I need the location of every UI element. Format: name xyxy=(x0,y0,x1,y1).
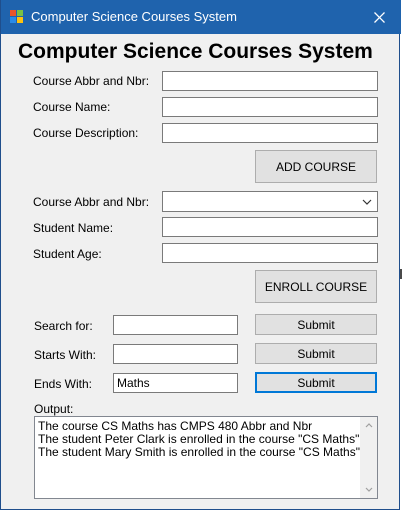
student-name-label: Student Name: xyxy=(33,221,114,235)
course-name-input[interactable] xyxy=(162,97,378,117)
output-label: Output: xyxy=(34,402,74,416)
ends-with-input[interactable]: Maths xyxy=(113,373,238,393)
output-scrollbar[interactable] xyxy=(360,417,377,498)
ends-with-submit-button[interactable]: Submit xyxy=(255,372,377,393)
search-for-submit-label: Submit xyxy=(297,317,335,332)
starts-with-label: Starts With: xyxy=(34,348,97,362)
student-age-input[interactable] xyxy=(162,243,378,263)
course-name-label: Course Name: xyxy=(33,100,111,114)
add-course-button-label: ADD COURSE xyxy=(275,159,356,174)
scroll-up-arrow[interactable] xyxy=(360,417,377,434)
ends-with-label: Ends With: xyxy=(34,377,93,391)
search-for-submit-button[interactable]: Submit xyxy=(255,314,377,335)
scroll-down-arrow[interactable] xyxy=(360,481,377,498)
chevron-down-icon xyxy=(365,487,372,492)
output-line: The student Mary Smith is enrolled in th… xyxy=(38,445,360,459)
starts-with-submit-button[interactable]: Submit xyxy=(255,343,377,364)
window-title: Computer Science Courses System xyxy=(31,9,237,24)
search-for-label: Search for: xyxy=(34,319,93,333)
enroll-course-button[interactable]: ENROLL COURSE xyxy=(255,270,377,303)
student-age-label: Student Age: xyxy=(33,247,102,261)
course-description-label: Course Description: xyxy=(33,126,139,140)
add-course-button[interactable]: ADD COURSE xyxy=(255,150,377,183)
course-abbr-label: Course Abbr and Nbr: xyxy=(33,74,150,88)
course-description-input[interactable] xyxy=(162,123,378,143)
output-listbox[interactable]: The course CS Maths has CMPS 480 Abbr an… xyxy=(34,416,378,499)
enroll-course-button-label: ENROLL COURSE xyxy=(264,279,368,294)
starts-with-submit-label: Submit xyxy=(297,346,335,361)
app-window: Computer Science Courses System Computer… xyxy=(0,0,401,510)
course-abbr-input[interactable] xyxy=(162,71,378,91)
close-icon xyxy=(373,11,385,23)
search-for-input[interactable] xyxy=(113,315,238,335)
close-button[interactable] xyxy=(357,0,401,34)
app-icon xyxy=(10,10,23,23)
student-name-input[interactable] xyxy=(162,217,378,237)
title-bar[interactable]: Computer Science Courses System xyxy=(1,0,401,34)
chevron-down-icon xyxy=(362,199,372,205)
enroll-course-abbr-label: Course Abbr and Nbr: xyxy=(33,195,150,209)
starts-with-input[interactable] xyxy=(113,344,238,364)
ends-with-submit-label: Submit xyxy=(297,375,335,390)
page-title: Computer Science Courses System xyxy=(18,40,373,63)
enroll-course-select[interactable] xyxy=(162,191,378,212)
output-lines: The course CS Maths has CMPS 480 Abbr an… xyxy=(38,420,360,459)
chevron-up-icon xyxy=(365,423,372,428)
